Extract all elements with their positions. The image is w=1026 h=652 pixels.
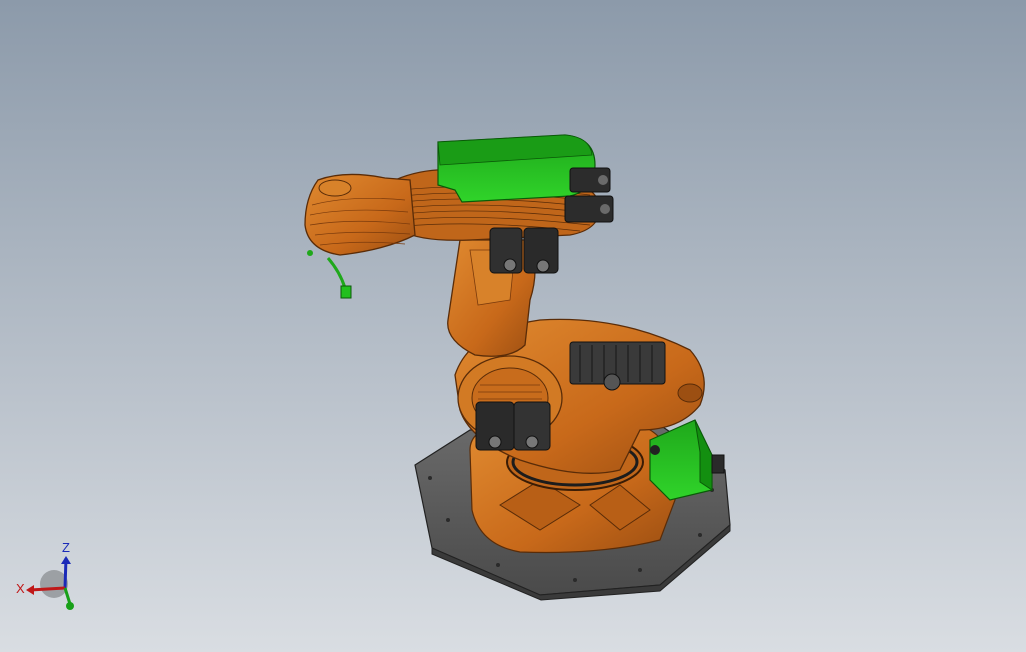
arm-motors-lower xyxy=(489,227,559,274)
z-axis-arrow xyxy=(61,556,71,564)
y-axis-tip xyxy=(66,602,74,610)
x-axis-line xyxy=(29,586,66,592)
viewport-canvas[interactable] xyxy=(0,0,1026,652)
axis-triad[interactable]: Z X xyxy=(10,536,90,616)
axis1-motors xyxy=(475,401,551,451)
triad-z-label: Z xyxy=(62,540,70,555)
3d-viewport[interactable]: Z X xyxy=(0,0,1026,652)
x-axis-arrow xyxy=(26,585,34,595)
triad-x-label: X xyxy=(16,581,25,596)
y-axis-line xyxy=(63,587,72,605)
turret-equipment xyxy=(569,341,666,391)
